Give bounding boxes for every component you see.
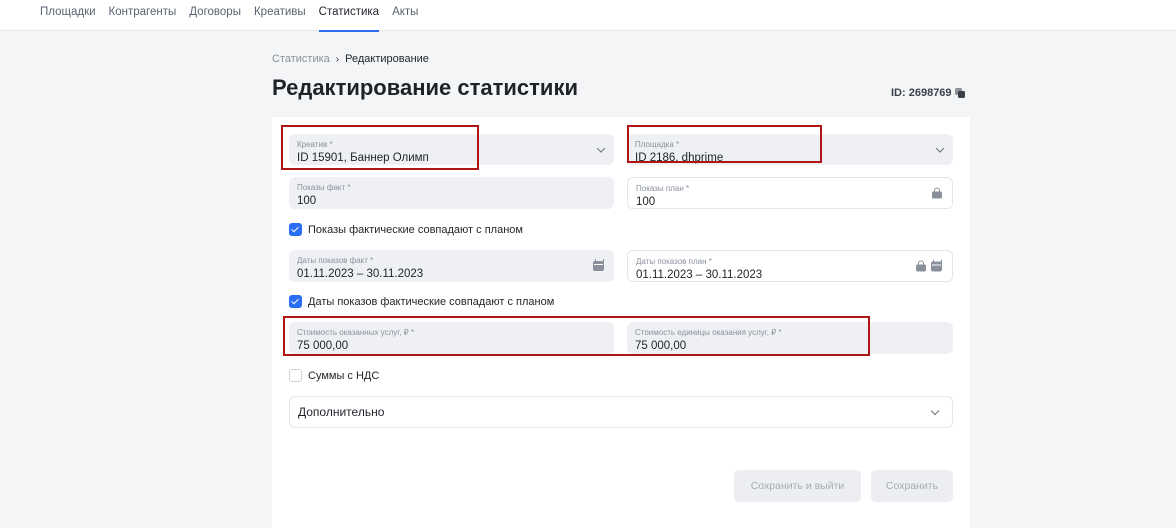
calendar-icon[interactable] <box>593 259 604 271</box>
unit-cost-label: Стоимость единицы оказания услуг, ₽ * <box>635 328 782 337</box>
services-cost-input[interactable]: Стоимость оказанных услуг, ₽ * 75 000,00 <box>289 322 614 354</box>
creative-value: ID 15901, Баннер Олимп <box>297 152 429 164</box>
dates-plan-label: Даты показов план * <box>636 257 712 266</box>
breadcrumb-parent-link[interactable]: Статистика <box>272 53 330 65</box>
copy-icon[interactable] <box>954 88 965 98</box>
dates-plan-value: 01.11.2023 – 30.11.2023 <box>636 269 763 281</box>
vat-label: Суммы с НДС <box>308 369 380 382</box>
save-and-exit-button[interactable]: Сохранить и выйти <box>734 470 861 502</box>
breadcrumb: Статистика › Редактирование <box>272 53 429 65</box>
platform-value: ID 2186, dhprime <box>635 152 724 164</box>
calendar-icon <box>931 259 942 271</box>
tab-contracts[interactable]: Договоры <box>189 0 241 31</box>
checkbox-unchecked-icon[interactable] <box>289 369 302 382</box>
impressions-plan-value: 100 <box>636 196 656 208</box>
impressions-match-label: Показы фактические совпадают с планом <box>308 223 523 236</box>
breadcrumb-separator-icon: › <box>335 53 340 65</box>
impressions-match-checkbox[interactable]: Показы фактические совпадают с планом <box>289 223 523 236</box>
impressions-plan-input: Показы план * 100 <box>627 177 953 209</box>
record-id: ID: 2698769 <box>891 87 965 99</box>
tab-creatives[interactable]: Креативы <box>254 0 306 31</box>
dates-fact-value: 01.11.2023 – 30.11.2023 <box>297 268 424 280</box>
tab-acts[interactable]: Акты <box>392 0 418 31</box>
tab-statistics[interactable]: Статистика <box>318 0 380 32</box>
checkbox-checked-icon[interactable] <box>289 223 302 236</box>
creative-label: Креатив * <box>297 140 333 149</box>
unit-cost-input[interactable]: Стоимость единицы оказания услуг, ₽ * 75… <box>627 322 953 354</box>
page-title: Редактирование статистики <box>272 75 578 100</box>
chevron-down-icon <box>930 406 940 415</box>
top-navigation: Площадки Контрагенты Договоры Креативы С… <box>0 0 1176 32</box>
dates-plan-input: Даты показов план * 01.11.2023 – 30.11.2… <box>627 250 953 282</box>
impressions-plan-label: Показы план * <box>636 184 690 193</box>
dates-match-checkbox[interactable]: Даты показов фактические совпадают с пла… <box>289 295 554 308</box>
dates-fact-input[interactable]: Даты показов факт * 01.11.2023 – 30.11.2… <box>289 250 614 282</box>
dates-match-label: Даты показов фактические совпадают с пла… <box>308 295 555 308</box>
tab-counterparties[interactable]: Контрагенты <box>109 0 177 31</box>
lock-icon <box>916 260 926 272</box>
impressions-fact-value: 100 <box>297 195 317 207</box>
platform-select[interactable]: Площадка * ID 2186, dhprime <box>627 134 953 165</box>
breadcrumb-current: Редактирование <box>345 53 429 65</box>
lock-icon <box>932 187 942 199</box>
checkbox-checked-icon[interactable] <box>289 295 302 308</box>
save-button[interactable]: Сохранить <box>871 470 953 502</box>
platform-label: Площадка * <box>635 140 680 149</box>
unit-cost-value: 75 000,00 <box>635 340 687 352</box>
additional-accordion[interactable]: Дополнительно <box>289 396 953 428</box>
dates-fact-label: Даты показов факт * <box>297 256 374 265</box>
record-id-text: ID: 2698769 <box>891 87 952 99</box>
creative-select[interactable]: Креатив * ID 15901, Баннер Олимп <box>289 134 614 165</box>
impressions-fact-label: Показы факт * <box>297 183 351 192</box>
services-cost-label: Стоимость оказанных услуг, ₽ * <box>297 328 415 337</box>
impressions-fact-input[interactable]: Показы факт * 100 <box>289 177 614 209</box>
services-cost-value: 75 000,00 <box>297 340 349 352</box>
vat-checkbox[interactable]: Суммы с НДС <box>289 369 379 382</box>
tab-platforms[interactable]: Площадки <box>40 0 96 31</box>
additional-label: Дополнительно <box>298 405 385 419</box>
